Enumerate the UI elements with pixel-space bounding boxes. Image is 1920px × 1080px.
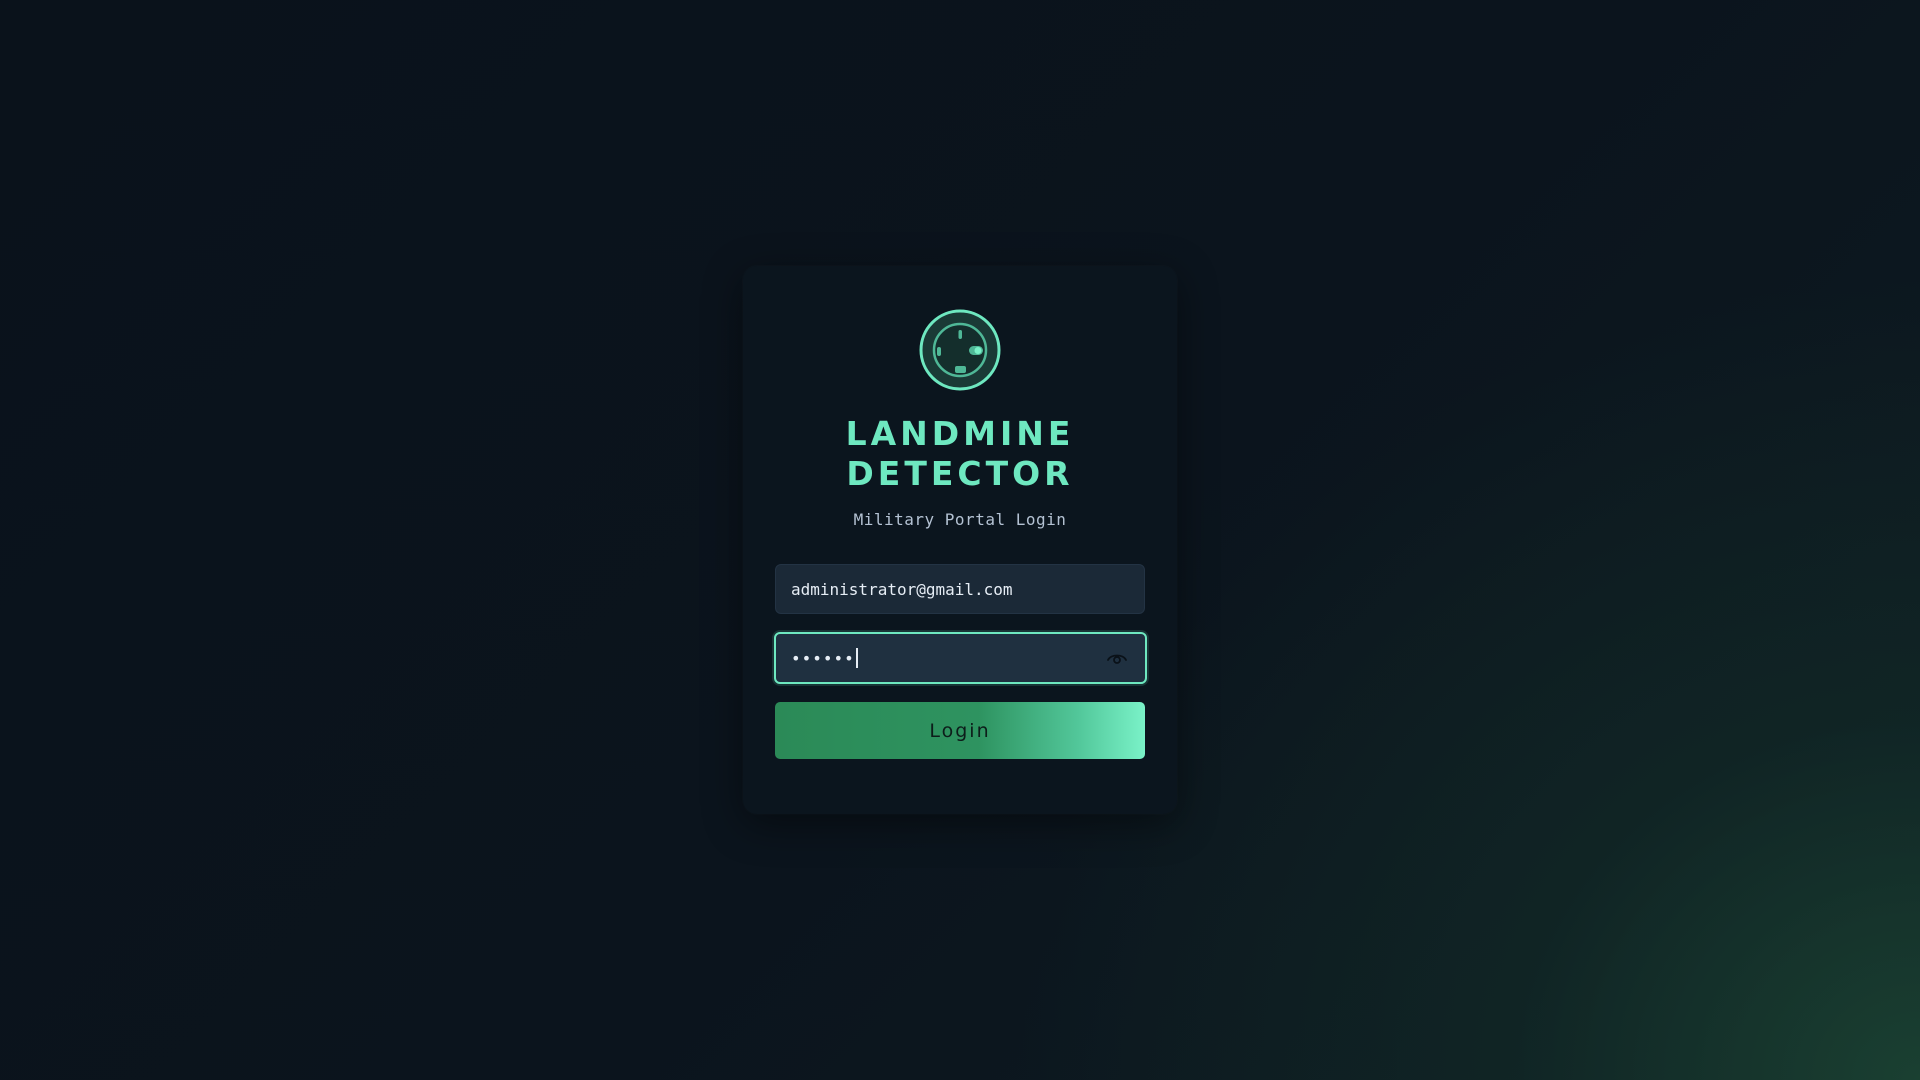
password-field[interactable]: •••••• (774, 632, 1147, 684)
radar-detector-icon (919, 309, 1001, 391)
email-value: administrator@gmail.com (791, 579, 1013, 599)
email-field[interactable]: administrator@gmail.com (775, 564, 1145, 614)
app-title-line-1: LANDMINE (845, 414, 1075, 453)
eye-icon[interactable] (1107, 651, 1127, 665)
page-subtitle: Military Portal Login (853, 510, 1067, 529)
password-value: •••••• (791, 648, 855, 668)
login-card: LANDMINE DETECTOR Military Portal Login … (743, 266, 1177, 814)
app-title-line-2: DETECTOR (846, 454, 1074, 493)
login-button[interactable]: Login (775, 702, 1145, 759)
text-caret (855, 648, 858, 668)
app-title: LANDMINE DETECTOR (743, 414, 1177, 494)
